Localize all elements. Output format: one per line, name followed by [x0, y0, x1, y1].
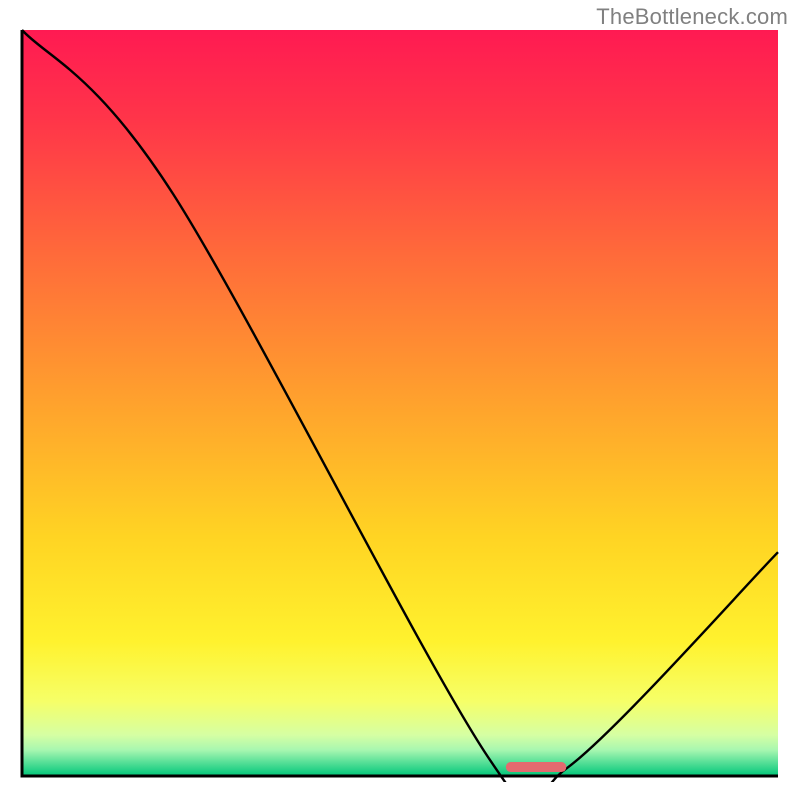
attribution-text: TheBottleneck.com — [596, 4, 788, 30]
optimal-zone-marker — [506, 762, 566, 772]
bottleneck-chart — [18, 28, 782, 782]
chart-frame: TheBottleneck.com — [0, 0, 800, 800]
plot-area — [18, 28, 782, 782]
